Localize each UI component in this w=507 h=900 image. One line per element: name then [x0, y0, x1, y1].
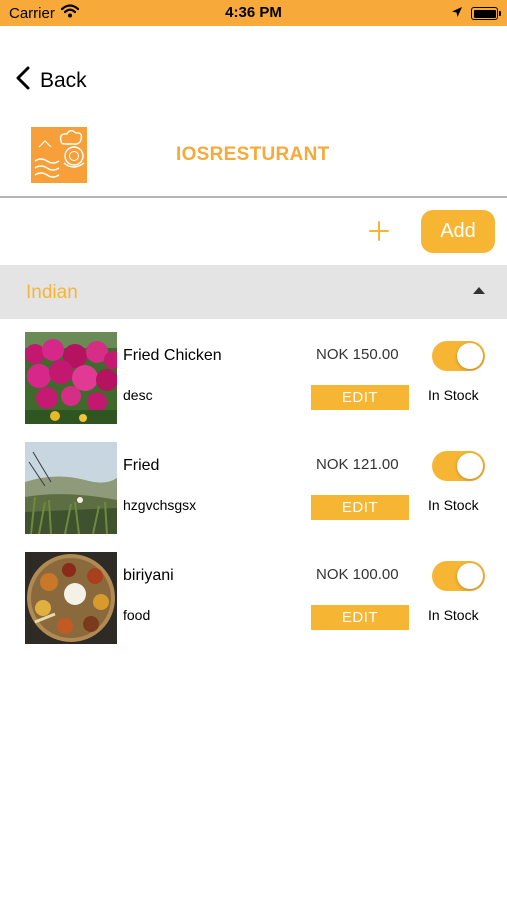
location-arrow-icon	[451, 5, 463, 22]
menu-item: Fried hzgvchsgsx NOK 121.00 EDIT In Stoc…	[0, 442, 507, 552]
item-name: Fried	[123, 457, 160, 474]
battery-icon	[471, 7, 501, 20]
back-label: Back	[40, 68, 87, 92]
item-desc: desc	[123, 387, 153, 403]
item-photo-flowers	[25, 332, 117, 424]
restaurant-name: IOSRESTURANT	[176, 144, 330, 165]
stock-label: In Stock	[428, 607, 479, 623]
restaurant-logo	[31, 127, 87, 183]
menu-item: Fried Chicken desc NOK 150.00 EDIT In St…	[0, 332, 507, 442]
chevron-left-icon	[16, 66, 30, 95]
in-stock-toggle[interactable]	[432, 341, 485, 371]
section-header-indian[interactable]: Indian	[0, 265, 507, 319]
edit-button[interactable]: EDIT	[311, 385, 409, 410]
stock-label: In Stock	[428, 387, 479, 403]
item-name: Fried Chicken	[123, 347, 222, 364]
status-time: 4:36 PM	[225, 4, 282, 21]
in-stock-toggle[interactable]	[432, 561, 485, 591]
item-name: biriyani	[123, 567, 174, 584]
section-title: Indian	[26, 282, 78, 303]
item-photo-thali	[25, 552, 117, 644]
item-price: NOK 121.00	[316, 456, 399, 473]
stock-label: In Stock	[428, 497, 479, 513]
in-stock-toggle[interactable]	[432, 451, 485, 481]
add-button[interactable]: Add	[421, 210, 495, 253]
header-divider	[0, 196, 507, 198]
back-button[interactable]: Back	[16, 66, 87, 95]
edit-button[interactable]: EDIT	[311, 605, 409, 630]
item-desc: hzgvchsgsx	[123, 497, 197, 513]
menu-item: biriyani food NOK 100.00 EDIT In Stock	[0, 552, 507, 662]
status-right	[451, 5, 501, 22]
item-desc: food	[123, 607, 151, 623]
item-price: NOK 100.00	[316, 566, 399, 583]
item-price: NOK 150.00	[316, 346, 399, 363]
plus-icon[interactable]	[366, 218, 392, 244]
item-photo-grass	[25, 442, 117, 534]
status-bar: Carrier 4:36 PM	[0, 0, 507, 26]
edit-button[interactable]: EDIT	[311, 495, 409, 520]
collapse-triangle-icon[interactable]	[473, 287, 485, 294]
